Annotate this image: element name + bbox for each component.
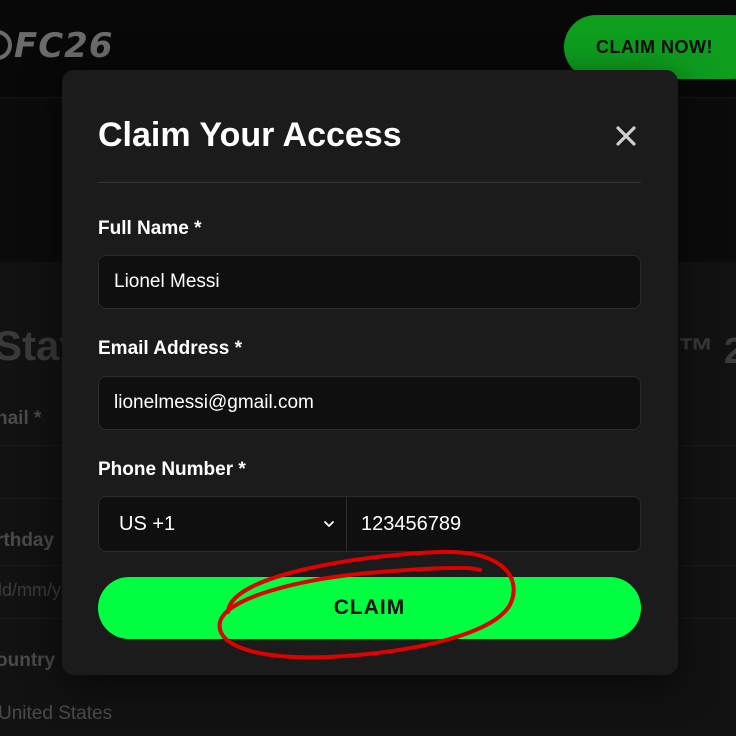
email-label: Email Address * <box>98 338 242 359</box>
fc-logo-icon <box>0 30 12 60</box>
section-title-suffix: ™ 26 <box>678 330 736 371</box>
full-name-input[interactable] <box>98 255 641 309</box>
fc26-logo[interactable]: FC26 <box>0 22 114 70</box>
country-code-value: US +1 <box>119 512 176 535</box>
chevron-down-icon <box>324 521 334 527</box>
phone-field-group: US +1 <box>98 496 641 552</box>
divider <box>98 182 641 183</box>
bg-birthday-placeholder: ld/mm/y <box>0 580 61 600</box>
close-button[interactable] <box>610 120 642 152</box>
claim-access-modal: Claim Your Access Full Name * Email Addr… <box>62 70 678 675</box>
phone-label: Phone Number * <box>98 459 246 480</box>
country-code-select[interactable]: US +1 <box>99 497 347 551</box>
close-icon <box>616 126 636 146</box>
bg-country-select[interactable]: United States <box>0 703 112 725</box>
modal-title: Claim Your Access <box>98 116 402 154</box>
bg-birthday-label: rthday <box>0 530 55 551</box>
claim-button[interactable]: CLAIM <box>98 577 641 639</box>
full-name-label: Full Name * <box>98 218 202 239</box>
logo-text: FC26 <box>14 26 114 66</box>
bg-email-label: nail * <box>0 408 42 429</box>
email-input[interactable] <box>98 376 641 430</box>
phone-number-input[interactable] <box>347 497 640 551</box>
bg-country-label: ountry <box>0 650 56 671</box>
